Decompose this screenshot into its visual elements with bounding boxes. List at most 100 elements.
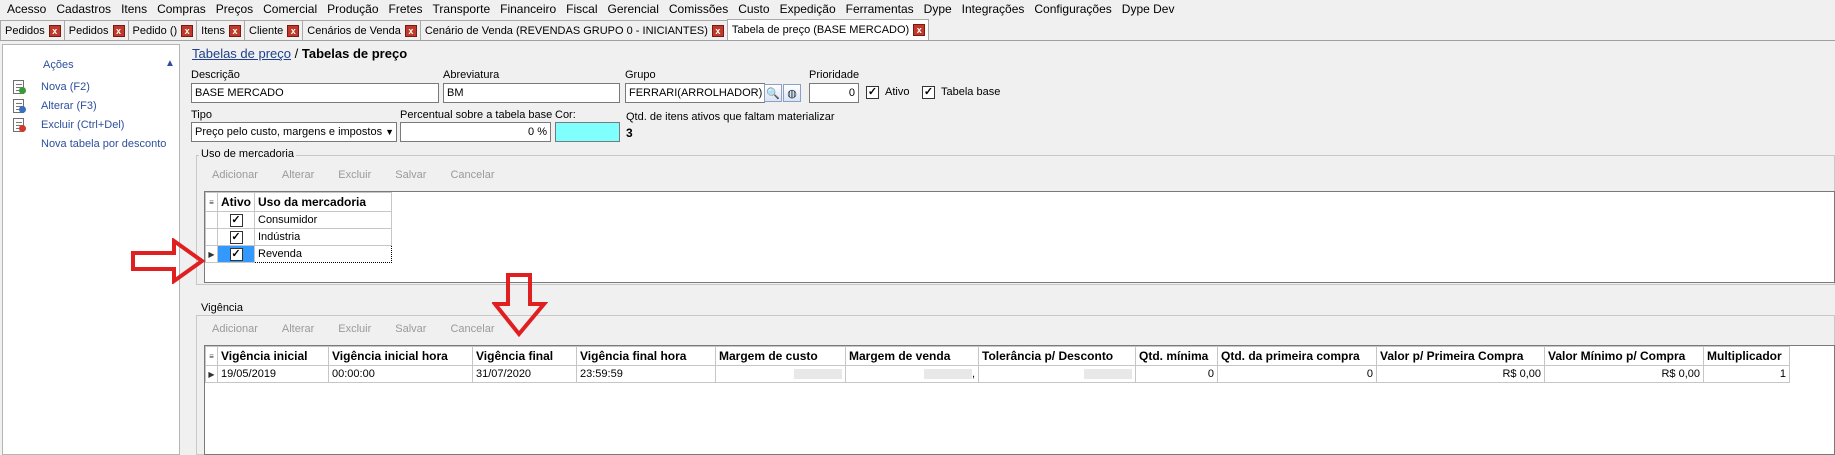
menu-item[interactable]: Comercial: [258, 1, 322, 18]
column-header[interactable]: Multiplicador: [1703, 346, 1790, 366]
table-cell[interactable]: 0: [1217, 365, 1377, 383]
grupo-field[interactable]: FERRARI(ARROLHADOR): [625, 83, 765, 103]
column-header[interactable]: Vigência final hora: [576, 346, 716, 366]
ativo-checkbox[interactable]: ✓: [866, 86, 879, 99]
salvar-button[interactable]: Salvar: [395, 323, 426, 335]
close-icon[interactable]: x: [404, 24, 417, 37]
tipo-select[interactable]: Preço pelo custo, margens e impostos ▼: [191, 122, 397, 142]
prioridade-field[interactable]: 0: [809, 83, 859, 103]
table-cell[interactable]: 1: [1703, 365, 1790, 383]
uso-cell[interactable]: Indústria: [254, 228, 392, 246]
column-header[interactable]: Margem de venda: [845, 346, 979, 366]
cancelar-button[interactable]: Cancelar: [450, 169, 494, 181]
close-icon[interactable]: x: [229, 24, 242, 37]
breadcrumb-link[interactable]: Tabelas de preço: [192, 46, 291, 61]
menu-item[interactable]: Produção: [322, 1, 383, 18]
menu-item[interactable]: Gerencial: [603, 1, 664, 18]
menu-item[interactable]: Dype Dev: [1117, 1, 1180, 18]
salvar-button[interactable]: Salvar: [395, 169, 426, 181]
tab[interactable]: Itens x: [196, 20, 246, 40]
menu-item[interactable]: Configurações: [1029, 1, 1116, 18]
column-header[interactable]: Valor Mínimo p/ Compra: [1544, 346, 1704, 366]
sidebar-item-nova[interactable]: Nova (F2): [11, 78, 90, 95]
percentual-field[interactable]: 0 %: [400, 122, 551, 142]
close-icon[interactable]: x: [913, 24, 926, 36]
column-header-ativo[interactable]: Ativo: [217, 192, 255, 212]
close-icon[interactable]: x: [112, 24, 125, 37]
cor-swatch[interactable]: [555, 122, 620, 142]
alterar-button[interactable]: Alterar: [282, 323, 314, 335]
sidebar-item-alterar[interactable]: Alterar (F3): [11, 97, 97, 114]
menu-item[interactable]: Cadastros: [51, 1, 116, 18]
table-cell[interactable]: 00:00:00: [328, 365, 473, 383]
cancelar-button[interactable]: Cancelar: [450, 323, 494, 335]
menu-item[interactable]: Integrações: [957, 1, 1030, 18]
menu-item[interactable]: Expedição: [775, 1, 841, 18]
uso-cell[interactable]: Revenda: [254, 245, 392, 263]
column-header-uso[interactable]: Uso da mercadoria: [254, 192, 392, 212]
menu-item[interactable]: Ferramentas: [841, 1, 919, 18]
table-cell[interactable]: R$ 0,00: [1376, 365, 1545, 383]
table-cell[interactable]: 23:59:59: [576, 365, 716, 383]
column-header[interactable]: Vigência final: [472, 346, 577, 366]
menu-item[interactable]: Financeiro: [495, 1, 561, 18]
tab[interactable]: Cenários de Venda x: [302, 20, 421, 40]
menu-item[interactable]: Dype: [919, 1, 957, 18]
tab[interactable]: Cliente x: [244, 20, 304, 40]
table-cell[interactable]: [978, 365, 1136, 383]
column-header[interactable]: Valor p/ Primeira Compra: [1376, 346, 1545, 366]
tab[interactable]: Pedidos x: [0, 20, 65, 40]
table-row[interactable]: ▶ 19/05/2019 00:00:00 31/07/2020 23:59:5…: [205, 365, 1790, 383]
menu-item[interactable]: Preços: [211, 1, 258, 18]
table-cell[interactable]: 31/07/2020: [472, 365, 577, 383]
tab[interactable]: Pedido () x: [127, 20, 198, 40]
chevron-up-icon[interactable]: ▲: [165, 58, 175, 69]
table-row[interactable]: ✓ Consumidor: [205, 211, 392, 229]
tab[interactable]: Pedidos x: [63, 20, 129, 40]
table-cell[interactable]: 19/05/2019: [217, 365, 329, 383]
ativo-cell-checkbox[interactable]: ✓: [229, 230, 243, 244]
abreviatura-field[interactable]: BM: [443, 83, 620, 103]
close-icon[interactable]: x: [181, 24, 194, 37]
column-header[interactable]: Qtd. mínima: [1135, 346, 1218, 366]
close-icon[interactable]: x: [711, 24, 724, 37]
column-header[interactable]: Tolerância p/ Desconto: [978, 346, 1136, 366]
column-header[interactable]: Vigência inicial: [217, 346, 329, 366]
binoculars-icon[interactable]: ◍: [783, 84, 801, 102]
menu-item[interactable]: Custo: [733, 1, 774, 18]
tab[interactable]: Cenário de Venda (REVENDAS GRUPO 0 - INI…: [419, 20, 728, 40]
menu-item[interactable]: Acesso: [2, 1, 51, 18]
excluir-button[interactable]: Excluir: [338, 169, 371, 181]
uso-cell[interactable]: Consumidor: [254, 211, 392, 229]
menu-item[interactable]: Itens: [116, 1, 152, 18]
actions-header[interactable]: Ações ▲: [3, 57, 179, 75]
column-header[interactable]: Qtd. da primeira compra: [1217, 346, 1377, 366]
adicionar-button[interactable]: Adicionar: [212, 169, 258, 181]
ativo-cell-checkbox[interactable]: ✓: [229, 213, 243, 227]
table-row-selected[interactable]: ▶ ✓ Revenda: [205, 245, 392, 263]
table-cell[interactable]: R$ 0,00: [1544, 365, 1704, 383]
menu-item[interactable]: Compras: [152, 1, 211, 18]
menu-item[interactable]: Fiscal: [561, 1, 602, 18]
sidebar-item-excluir[interactable]: Excluir (Ctrl+Del): [11, 116, 124, 133]
table-cell[interactable]: [715, 365, 846, 383]
ativo-cell-checkbox[interactable]: ✓: [229, 247, 243, 261]
menu-item[interactable]: Fretes: [384, 1, 428, 18]
chevron-down-icon[interactable]: ▼: [385, 123, 394, 141]
column-header[interactable]: Vigência inicial hora: [328, 346, 473, 366]
menu-item[interactable]: Transporte: [428, 1, 496, 18]
table-cell[interactable]: ,: [845, 365, 979, 383]
alterar-button[interactable]: Alterar: [282, 169, 314, 181]
menu-item[interactable]: Comissões: [664, 1, 733, 18]
column-header[interactable]: Margem de custo: [715, 346, 846, 366]
excluir-button[interactable]: Excluir: [338, 323, 371, 335]
table-row[interactable]: ✓ Indústria: [205, 228, 392, 246]
close-icon[interactable]: x: [48, 24, 61, 37]
sidebar-item-nova-tabela-desconto[interactable]: Nova tabela por desconto: [11, 135, 166, 152]
close-icon[interactable]: x: [287, 24, 300, 37]
search-icon[interactable]: 🔍: [764, 84, 782, 102]
tabela-base-checkbox[interactable]: ✓: [922, 86, 935, 99]
table-cell[interactable]: 0: [1135, 365, 1218, 383]
tab-active[interactable]: Tabela de preço (BASE MERCADO) x: [726, 19, 930, 40]
adicionar-button[interactable]: Adicionar: [212, 323, 258, 335]
